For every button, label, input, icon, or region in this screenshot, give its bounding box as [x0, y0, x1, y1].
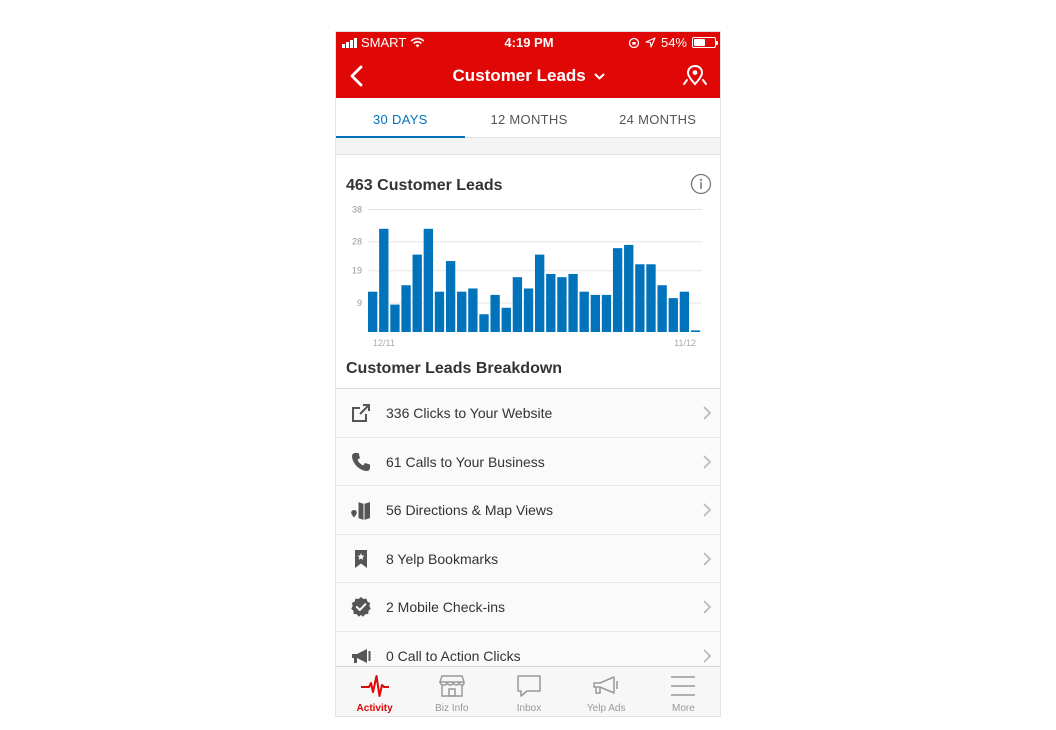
y-tick-label: 28: [352, 237, 362, 247]
breakdown-label: 2 Mobile Check-ins: [386, 599, 506, 615]
chat-bubble-icon: [517, 675, 541, 697]
bottom-tab-bar: Activity Biz Info Inbox Yelp Ads More: [336, 666, 720, 716]
tab-label: Inbox: [516, 703, 542, 714]
tab-biz-info[interactable]: Biz Info: [413, 667, 490, 716]
chart-bar: [501, 307, 511, 332]
chart-bar: [368, 291, 378, 332]
chart-bar: [457, 291, 467, 332]
chart-bar: [434, 291, 445, 332]
tab-label: More: [672, 703, 695, 714]
megaphone-icon: [352, 648, 371, 663]
y-tick-label: 19: [352, 266, 362, 276]
chart-bar: [445, 261, 456, 332]
chart-bar: [468, 288, 478, 332]
tab-activity[interactable]: Activity: [336, 667, 413, 716]
chart-bar: [490, 294, 500, 332]
tab-24-months[interactable]: 24 MONTHS: [593, 98, 720, 137]
storefront-icon: [439, 675, 465, 697]
breakdown-row-calls[interactable]: 61 Calls to Your Business: [336, 436, 720, 485]
tab-more[interactable]: More: [645, 667, 720, 716]
chart-bar: [390, 304, 400, 332]
nav-title-text: Customer Leads: [452, 66, 586, 85]
y-tick-label: 9: [357, 298, 362, 308]
breakdown-title: Customer Leads Breakdown: [346, 360, 563, 377]
chart-bar: [379, 228, 389, 332]
chevron-right-icon: [703, 600, 712, 614]
checkin-badge-icon: [351, 597, 371, 617]
chart-bar: [657, 285, 667, 332]
tab-yelp-ads[interactable]: Yelp Ads: [568, 667, 645, 716]
tab-label: Biz Info: [435, 703, 469, 714]
leads-card: 463 Customer Leads 38 28 19 9 12/11 11/12 Cus…: [336, 154, 720, 679]
tab-label: Activity: [356, 703, 393, 714]
y-tick-label: 38: [352, 204, 362, 214]
chart-bar: [401, 285, 411, 332]
chart-bar: [512, 277, 523, 332]
breakdown-row-checkins[interactable]: 2 Mobile Check-ins: [336, 582, 720, 631]
chart-bar: [668, 298, 678, 332]
chevron-right-icon: [703, 648, 712, 663]
top-bar: SMART 4:19 PM 54% Customer Leads: [336, 32, 720, 98]
tab-30-days[interactable]: 30 DAYS: [336, 98, 465, 138]
leads-bar-chart: 38 28 19 9 12/11 11/12: [346, 203, 706, 353]
chevron-right-icon: [703, 454, 712, 469]
chart-bar: [601, 294, 612, 332]
chart-bar: [646, 264, 656, 332]
chart-bar: [546, 273, 556, 332]
bookmark-icon: [355, 549, 367, 568]
external-link-icon: [352, 404, 370, 422]
leads-total-title: 463 Customer Leads: [346, 177, 503, 194]
chart-bar: [412, 254, 422, 332]
battery-icon: [692, 37, 718, 48]
phone-screen: SMART 4:19 PM 54% Customer Leads 30 DAYS…: [335, 31, 721, 717]
chart-bar: [423, 228, 433, 332]
chart-bar: [624, 244, 634, 332]
hamburger-icon: [671, 676, 696, 696]
chart-bar: [579, 291, 589, 332]
chevron-down-icon: [594, 73, 605, 80]
chart-bar: [679, 291, 690, 332]
phone-icon: [352, 452, 370, 471]
chart-bar: [612, 248, 623, 332]
breakdown-row-bookmarks[interactable]: 8 Yelp Bookmarks: [336, 533, 720, 582]
chart-bar: [535, 254, 545, 332]
breakdown-label: 61 Calls to Your Business: [386, 453, 545, 470]
breakdown-label: 336 Clicks to Your Website: [386, 405, 553, 421]
period-tabs: 30 DAYS 12 MONTHS 24 MONTHS: [336, 98, 720, 138]
breakdown-label: 56 Directions & Map Views: [386, 502, 554, 518]
status-bar: SMART 4:19 PM 54%: [336, 32, 720, 53]
activity-icon: [360, 675, 389, 697]
breakdown-list: 336 Clicks to Your Website 61 Calls to Y…: [336, 388, 720, 679]
chevron-right-icon: [703, 503, 712, 517]
location-arrow-icon: [645, 37, 656, 48]
breakdown-label: 0 Call to Action Clicks: [386, 647, 521, 664]
chevron-right-icon: [703, 406, 712, 420]
megaphone-icon: [593, 676, 618, 694]
tab-12-months[interactable]: 12 MONTHS: [465, 98, 594, 137]
breakdown-row-website-clicks[interactable]: 336 Clicks to Your Website: [336, 388, 720, 437]
map-icon: [351, 502, 370, 520]
nav-title-dropdown[interactable]: Customer Leads: [336, 66, 720, 86]
x-tick-label: 11/12: [674, 338, 696, 348]
chart-bar: [635, 264, 645, 332]
chart-bar: [557, 277, 567, 332]
nav-bar: Customer Leads: [336, 58, 720, 94]
rotation-lock-icon: [628, 37, 640, 48]
chart-bar: [479, 314, 489, 332]
location-pin-icon[interactable]: [682, 63, 708, 89]
chart-bar: [523, 288, 534, 332]
breakdown-row-directions[interactable]: 56 Directions & Map Views: [336, 485, 720, 534]
chart-bar: [690, 330, 701, 332]
chart-bar: [590, 294, 600, 332]
info-icon[interactable]: [690, 173, 712, 195]
tab-label: Yelp Ads: [586, 703, 626, 714]
battery-percent: 54%: [660, 35, 687, 50]
breakdown-label: 8 Yelp Bookmarks: [386, 550, 499, 567]
x-tick-label: 12/11: [373, 338, 395, 348]
tab-inbox[interactable]: Inbox: [490, 667, 567, 716]
chevron-right-icon: [703, 551, 712, 566]
chart-bar: [568, 273, 578, 332]
